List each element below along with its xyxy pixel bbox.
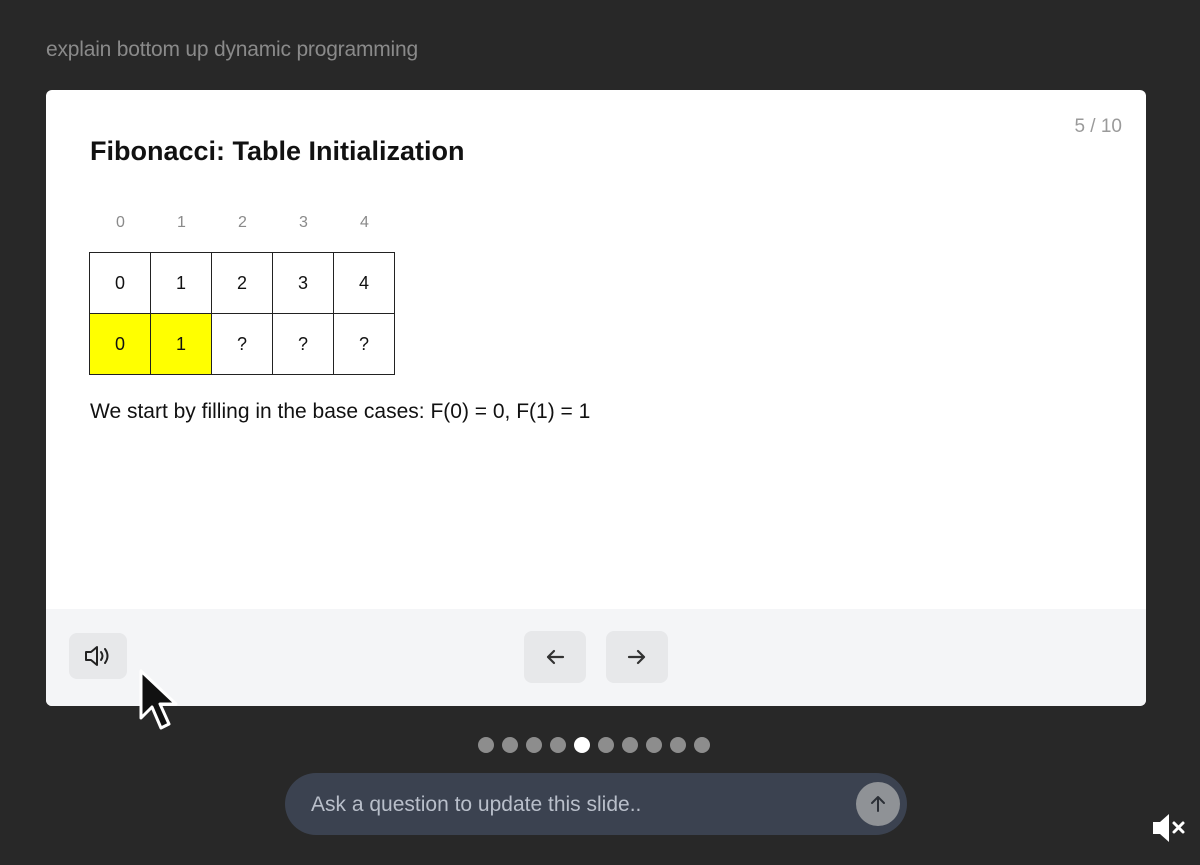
table-cell: 1 [150,252,212,314]
index-label: 3 [299,214,308,231]
speaker-muted-icon[interactable] [1150,810,1188,846]
base-case-cell: 1 [150,313,212,375]
pagination-dot[interactable] [526,737,542,753]
arrow-right-icon [627,649,646,665]
table-cell: 0 [89,252,151,314]
pagination-dot[interactable] [598,737,614,753]
previous-slide-button[interactable] [524,631,586,683]
slide-card: 5 / 10 Fibonacci: Table Initialization 0… [46,90,1146,706]
table-cell: 4 [333,252,395,314]
pagination-dot[interactable] [670,737,686,753]
slide-controls [46,609,1146,706]
prompt-text: explain bottom up dynamic programming [46,38,418,61]
arrow-left-icon [546,649,565,665]
index-label: 2 [238,214,247,231]
pagination-dot[interactable] [622,737,638,753]
fibonacci-table: 0 1 2 3 4 0 1 ? ? ? [89,252,395,375]
table-row-fib: 0 1 ? ? ? [89,313,395,375]
table-row-n: 0 1 2 3 4 [89,252,395,314]
slide-counter: 5 / 10 [1074,116,1122,137]
pagination-dot[interactable] [478,737,494,753]
index-label: 1 [177,214,186,231]
pagination-dot[interactable] [550,737,566,753]
table-cell: ? [272,313,334,375]
table-cell: ? [333,313,395,375]
audio-button[interactable] [69,633,127,679]
table-cell: 3 [272,252,334,314]
table-cell: ? [211,313,273,375]
table-cell: 2 [211,252,273,314]
send-button[interactable] [856,782,900,826]
speaker-icon [85,646,109,666]
ask-input[interactable] [309,773,833,837]
pagination-dot[interactable] [502,737,518,753]
pagination-dot[interactable] [646,737,662,753]
index-header-row: 0 1 2 3 4 [90,214,395,232]
pagination-dot-active[interactable] [574,737,590,753]
slide-pagination [478,737,710,753]
ask-bar [285,773,907,837]
slide-title: Fibonacci: Table Initialization [90,136,465,166]
arrow-up-icon [871,796,885,812]
pagination-dot[interactable] [694,737,710,753]
index-label: 0 [116,214,125,231]
slide-description: We start by filling in the base cases: F… [90,400,591,423]
next-slide-button[interactable] [606,631,668,683]
base-case-cell: 0 [89,313,151,375]
mouse-cursor-icon [139,669,178,730]
index-label: 4 [360,214,369,231]
